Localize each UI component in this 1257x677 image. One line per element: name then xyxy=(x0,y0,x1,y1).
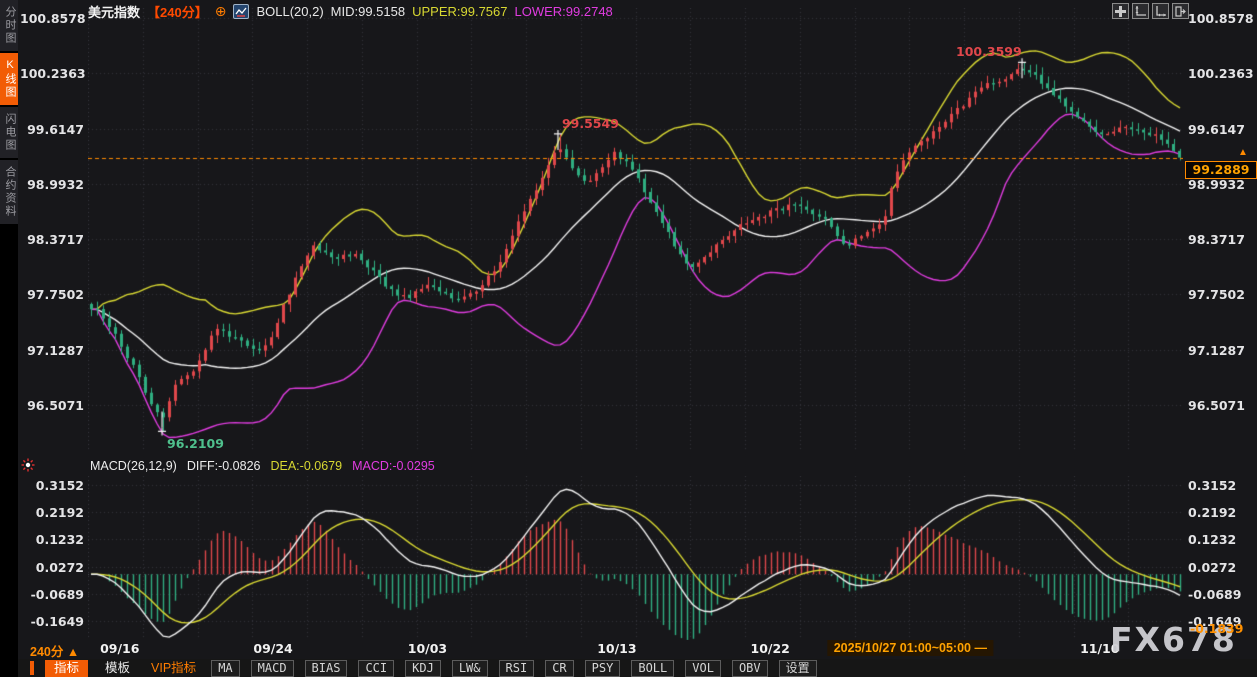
price-axis-label-left: 97.1287 xyxy=(27,342,84,358)
toolbar-button-5-bias[interactable]: BIAS xyxy=(304,659,348,677)
date-tick-label: 09/16 xyxy=(100,641,140,656)
macd-axis-label-right: 0.1232 xyxy=(1188,532,1237,548)
macd-axis-label-right: 0.3152 xyxy=(1188,478,1237,493)
price-axis-label-right: 96.5071 xyxy=(1188,398,1245,414)
price-axis-label-left: 98.3717 xyxy=(27,232,84,248)
toolbar-button-13-vol[interactable]: VOL xyxy=(685,659,721,677)
macd-diff-value: DIFF:-0.0826 xyxy=(186,459,261,473)
price-axis-label-left: 96.5071 xyxy=(27,398,84,414)
toolbar-accent-bar xyxy=(30,661,34,675)
sidebar-tab-contract-info[interactable]: 合约资料 xyxy=(0,160,18,224)
macd-axis-label-right: 0.0272 xyxy=(1188,559,1237,575)
scale-y-axis-icon[interactable] xyxy=(1132,3,1149,19)
sidebar-tab-timeline[interactable]: 分时图 xyxy=(0,0,18,51)
price-tag-arrow: ▲ xyxy=(1238,147,1248,158)
toolbar-button-12-boll[interactable]: BOLL xyxy=(631,659,675,677)
price-axis-label-right: 97.1287 xyxy=(1188,342,1245,358)
kline-chart-app: 分时图 K线图闪电图合约资料 美元指数 【240分】 ⊕ BOLL(20,2) M… xyxy=(0,0,1257,677)
price-axis-label-left: 100.2363 xyxy=(20,66,86,82)
macd-current-value: -0.1839 xyxy=(1190,621,1244,636)
toolbar-button-11-psy[interactable]: PSY xyxy=(584,659,621,677)
left-sidebar: 分时图 K线图闪电图合约资料 xyxy=(0,0,18,677)
macd-name: MACD(26,12,9) xyxy=(90,459,177,473)
toolbar-button-2-vip[interactable]: VIP指标 xyxy=(147,660,200,677)
price-axis-label-right: 100.2363 xyxy=(1188,66,1254,82)
price-axis-label-left: 97.7502 xyxy=(27,287,84,303)
scale-x-axis-icon[interactable] xyxy=(1152,3,1169,19)
sidebar-tab-kline[interactable]: K线图 xyxy=(0,53,18,105)
swing-high-label: 100.3599 xyxy=(956,44,1022,60)
toolbar-button-1-templates[interactable]: 模板 xyxy=(99,660,136,677)
macd-canvas[interactable] xyxy=(88,476,1183,640)
indicator-toolbar: 指标 模板 VIP指标 MA MACD BIAS CCI KDJ LW& RSI CR PSY BOLL… xyxy=(18,659,1257,677)
date-tick-label: 10/13 xyxy=(597,641,637,656)
date-axis: 240分 ▲ 09/16 09/24 10/03 10/13 10/22 11/10 202… xyxy=(0,640,1257,660)
current-price-tag: 99.2889 xyxy=(1185,161,1257,179)
boll-label: BOLL(20,2) xyxy=(256,3,324,19)
toolbar-button-3-ma[interactable]: MA xyxy=(211,659,240,677)
toolbar-button-8-lw[interactable]: LW& xyxy=(451,659,488,677)
selected-bar-range-label: 2025/10/27 01:00~05:00 — xyxy=(827,640,993,656)
price-axis-label-right: 98.9932 xyxy=(1188,176,1245,192)
macd-axis-label-left: -0.1649 xyxy=(30,613,84,629)
price-axis-label-right: 98.3717 xyxy=(1188,232,1245,248)
toolbar-button-6-cci[interactable]: CCI xyxy=(358,659,395,677)
toolbar-button-0-indicators[interactable]: 指标 xyxy=(45,659,89,677)
chart-type-icon[interactable] xyxy=(233,3,250,19)
price-axis-label-right: 97.7502 xyxy=(1188,287,1245,303)
swing-high-label: 99.5549 xyxy=(561,115,619,131)
macd-dea-value: DEA:-0.0679 xyxy=(270,459,343,473)
macd-axis-label-right: -0.0689 xyxy=(1188,586,1242,602)
move-icon[interactable] xyxy=(1112,3,1129,19)
sidebar-tab-flash[interactable]: 闪电图 xyxy=(0,107,18,158)
add-indicator-icon[interactable]: ⊕ xyxy=(215,4,227,18)
toolbar-button-7-kdj[interactable]: KDJ xyxy=(405,659,441,677)
chart-tool-icons xyxy=(1112,3,1189,19)
footer-period-label[interactable]: 240分 ▲ xyxy=(30,641,79,660)
collapse-panel-icon[interactable] xyxy=(1172,3,1189,19)
boll-mid-value: MID:99.5158 xyxy=(330,3,406,19)
macd-axis-label-left: 0.2192 xyxy=(35,505,84,521)
toolbar-button-14-obv[interactable]: OBV xyxy=(731,659,768,677)
price-axis-label-left: 98.9932 xyxy=(27,176,84,192)
macd-header: MACD(26,12,9) DIFF:-0.0826 DEA:-0.0679 M… xyxy=(90,459,435,473)
price-axis-label-right: 100.8578 xyxy=(1188,10,1254,26)
date-tick-label: 10/03 xyxy=(407,641,448,656)
price-axis-label-left: 100.8578 xyxy=(20,10,86,26)
macd-settings-icon[interactable] xyxy=(21,458,35,472)
macd-axis-label-left: -0.0689 xyxy=(30,586,84,602)
swing-low-label: 96.2109 xyxy=(167,436,224,452)
candlestick-canvas[interactable] xyxy=(88,8,1183,452)
macd-axis-label-left: 0.0272 xyxy=(35,559,84,575)
toolbar-button-9-rsi[interactable]: RSI xyxy=(498,659,535,677)
chart-header: 美元指数 【240分】 ⊕ BOLL(20,2) MID:99.5158 UPP… xyxy=(88,2,613,20)
boll-lower-value: LOWER:99.2748 xyxy=(514,3,613,19)
period-badge: 【240分】 xyxy=(147,4,208,20)
price-axis-label-right: 99.6147 xyxy=(1188,121,1245,137)
date-tick-label: 09/24 xyxy=(253,641,293,656)
macd-macd-value: MACD:-0.0295 xyxy=(352,459,435,473)
toolbar-button-10-cr[interactable]: CR xyxy=(545,659,574,677)
date-tick-label: 10/22 xyxy=(750,641,790,656)
price-axis-label-left: 99.6147 xyxy=(27,121,84,137)
toolbar-button-4-macd[interactable]: MACD xyxy=(250,659,294,677)
boll-upper-value: UPPER:99.7567 xyxy=(412,3,508,19)
macd-axis-label-right: 0.2192 xyxy=(1188,505,1237,521)
macd-axis-label-left: 0.3152 xyxy=(35,478,84,493)
toolbar-button-15-settings[interactable]: 设置 xyxy=(778,659,817,677)
macd-axis-label-left: 0.1232 xyxy=(35,532,84,548)
symbol-title: 美元指数 xyxy=(88,4,141,20)
